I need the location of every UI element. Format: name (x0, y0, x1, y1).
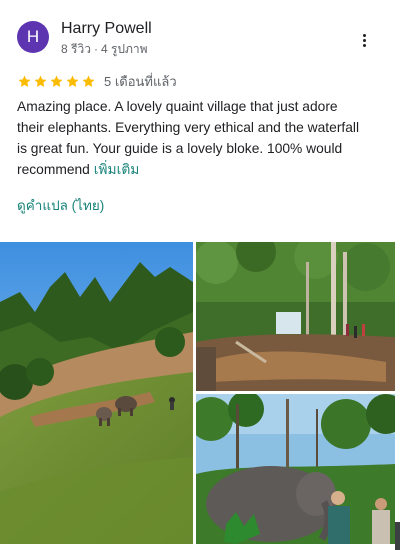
author-name[interactable]: Harry Powell (61, 20, 152, 38)
translate-link[interactable]: ดูคำแปล (ไทย) (17, 194, 104, 216)
review-text: Amazing place. A lovely quaint village t… (17, 96, 367, 180)
read-more-link[interactable]: เพิ่มเติม (94, 162, 140, 177)
star-rating (17, 74, 96, 89)
review-time: 5 เดือนที่แล้ว (104, 73, 177, 89)
star-icon (33, 74, 48, 89)
review-card: H Harry Powell 8 รีวิว · 4 รูปภาพ 5 เดือนท… (0, 0, 400, 550)
more-options-button[interactable] (355, 30, 373, 50)
review-header: H Harry Powell 8 รีวิว · 4 รูปภาพ (17, 20, 383, 60)
review-photo[interactable] (196, 394, 395, 544)
star-icon (17, 74, 32, 89)
author-meta: 8 รีวิว · 4 รูปภาพ (61, 40, 148, 59)
avatar[interactable]: H (17, 21, 49, 53)
meta-separator: · (93, 42, 98, 56)
review-photo[interactable] (0, 242, 193, 544)
rating-row: 5 เดือนที่แล้ว (17, 72, 177, 90)
review-photos (0, 242, 400, 550)
more-vert-icon (362, 33, 366, 47)
review-body: Amazing place. A lovely quaint village t… (17, 99, 360, 177)
star-icon (49, 74, 64, 89)
photos-count: 4 รูปภาพ (100, 42, 148, 56)
elephant-forest-image (196, 394, 395, 544)
elephants-hillside-image (0, 242, 193, 544)
review-photo[interactable] (196, 242, 395, 391)
waterfall-image (196, 242, 395, 391)
star-icon (65, 74, 80, 89)
reviews-count: 8 รีวิว (61, 42, 91, 56)
star-icon (81, 74, 96, 89)
scrollbar-edge[interactable] (395, 522, 400, 550)
